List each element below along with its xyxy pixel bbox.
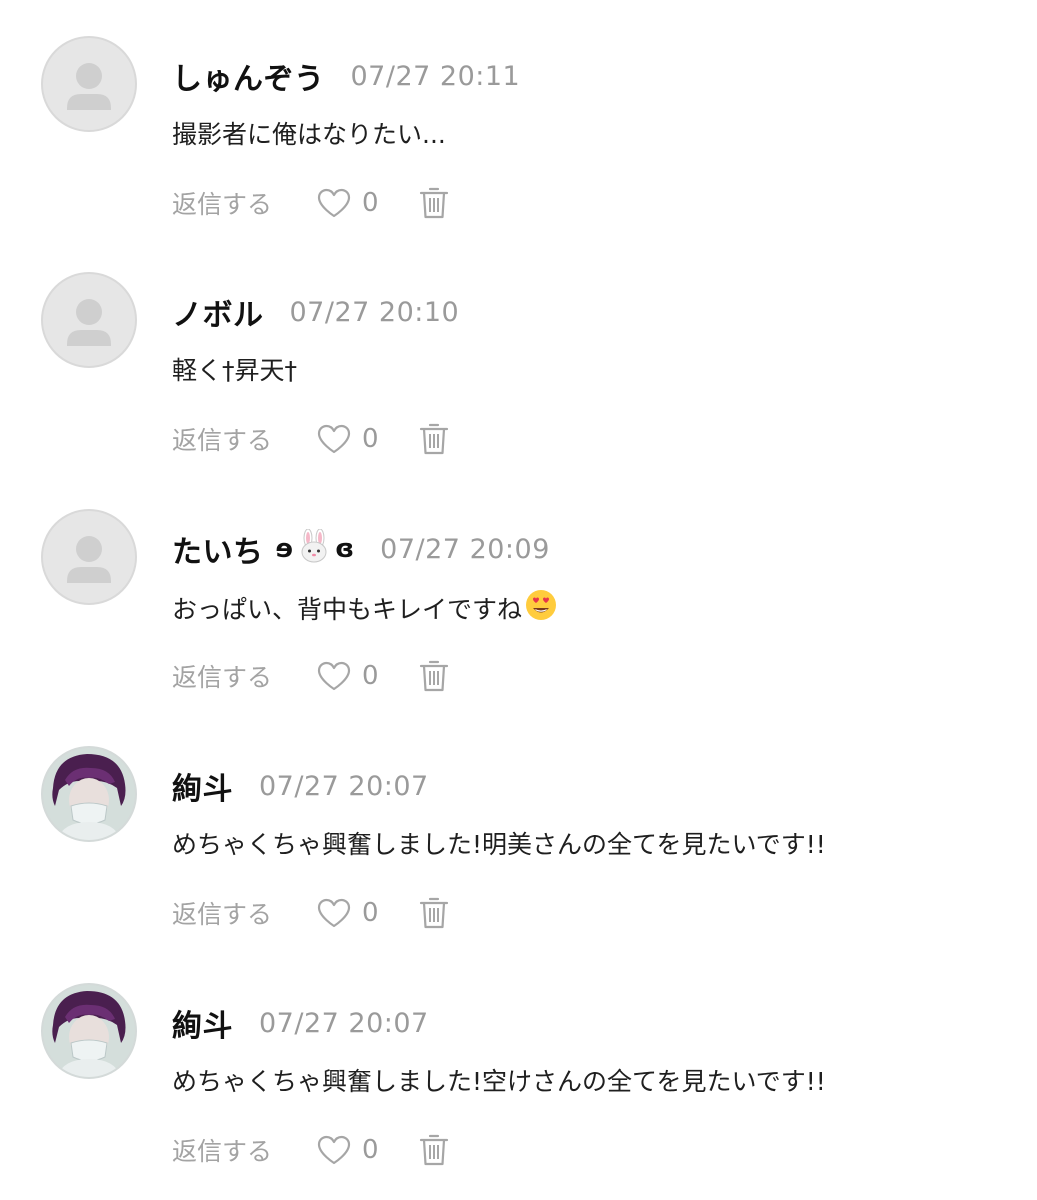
reply-button[interactable]: 返信する	[172, 1132, 272, 1168]
comment-text: 撮影者に俺はなりたい...	[172, 115, 446, 151]
comment-item: 絢斗 07/27 20:07 めちゃくちゃ興奮しました!空けさんの全てを見たいで…	[0, 947, 1037, 1183]
comment-body: 撮影者に俺はなりたい...	[172, 120, 446, 149]
heart-icon	[317, 1135, 351, 1165]
comment-actions: 返信する 0	[172, 890, 449, 936]
name-decoration: ɘ ɞ	[275, 528, 355, 570]
heart-eyes-emoji-icon	[524, 588, 558, 628]
comment-body: おっぱい、背中もキレイですね	[172, 595, 523, 624]
name-decoration-right: ɞ	[335, 534, 355, 564]
heart-icon	[317, 661, 351, 691]
comment-item: たいち ɘ ɞ 07/27 20:09 おっぱい、背中もキレイですね 返信する …	[0, 473, 1037, 709]
trash-icon	[419, 897, 448, 929]
comment-item: しゅんぞう 07/27 20:11 撮影者に俺はなりたい... 返信する 0	[0, 0, 1037, 236]
timestamp: 07/27 20:10	[289, 296, 460, 328]
like-count: 0	[362, 898, 379, 928]
comment-body: めちゃくちゃ興奮しました!空けさんの全てを見たいです!!	[172, 1067, 826, 1096]
like-count: 0	[362, 424, 379, 454]
user-photo-icon	[43, 985, 135, 1077]
timestamp: 07/27 20:09	[380, 533, 550, 565]
like-button[interactable]: 0	[316, 660, 379, 692]
reply-button[interactable]: 返信する	[172, 895, 272, 931]
avatar[interactable]	[41, 509, 137, 605]
comment-header: たいち ɘ ɞ 07/27 20:09	[172, 525, 550, 573]
heart-icon	[317, 424, 351, 454]
comment-list: しゅんぞう 07/27 20:11 撮影者に俺はなりたい... 返信する 0 ノ…	[0, 0, 1037, 1200]
delete-button[interactable]	[419, 186, 449, 220]
delete-button[interactable]	[419, 659, 449, 693]
comment-text: 軽く†昇天†	[172, 351, 297, 387]
person-silhouette-icon	[67, 63, 111, 110]
user-name[interactable]: 絢斗	[172, 1001, 233, 1045]
name-decoration-left: ɘ	[275, 534, 294, 564]
reply-button[interactable]: 返信する	[172, 421, 272, 457]
reply-button[interactable]: 返信する	[172, 658, 272, 694]
comment-header: ノボル 07/27 20:10	[172, 288, 459, 336]
trash-icon	[419, 660, 448, 692]
user-photo-icon	[43, 748, 135, 840]
comment-actions: 返信する 0	[172, 1127, 449, 1173]
comment-item: 絢斗 07/27 20:07 めちゃくちゃ興奮しました!明美さんの全てを見たいで…	[0, 710, 1037, 946]
trash-icon	[419, 187, 448, 219]
like-button[interactable]: 0	[316, 423, 379, 455]
comment-header: 絢斗 07/27 20:07	[172, 762, 429, 810]
trash-icon	[419, 423, 448, 455]
comment-body: 軽く†昇天†	[172, 356, 298, 385]
avatar[interactable]	[41, 746, 137, 842]
heart-icon	[317, 898, 351, 928]
person-silhouette-icon	[67, 299, 111, 346]
user-name[interactable]: たいち	[172, 527, 264, 571]
user-name[interactable]: ノボル	[172, 290, 264, 334]
like-button[interactable]: 0	[316, 1134, 379, 1166]
heart-icon	[317, 188, 351, 218]
like-button[interactable]: 0	[316, 897, 379, 929]
delete-button[interactable]	[419, 422, 449, 456]
comment-actions: 返信する 0	[172, 653, 449, 699]
person-silhouette-icon	[67, 536, 111, 583]
comment-item: ノボル 07/27 20:10 軽く†昇天† 返信する 0	[0, 236, 1037, 472]
comment-header: しゅんぞう 07/27 20:11	[172, 52, 520, 100]
delete-button[interactable]	[419, 896, 449, 930]
like-count: 0	[362, 188, 379, 218]
like-button[interactable]: 0	[316, 187, 379, 219]
timestamp: 07/27 20:11	[350, 60, 521, 92]
user-name[interactable]: しゅんぞう	[172, 54, 325, 98]
comment-header: 絢斗 07/27 20:07	[172, 999, 429, 1047]
delete-button[interactable]	[419, 1133, 449, 1167]
user-name[interactable]: 絢斗	[172, 764, 233, 808]
avatar[interactable]	[41, 36, 137, 132]
comment-text: めちゃくちゃ興奮しました!空けさんの全てを見たいです!!	[172, 1062, 826, 1098]
rabbit-icon	[297, 528, 331, 570]
comment-actions: 返信する 0	[172, 416, 449, 462]
reply-button[interactable]: 返信する	[172, 185, 272, 221]
comment-actions: 返信する 0	[172, 180, 449, 226]
timestamp: 07/27 20:07	[259, 1007, 429, 1039]
comment-text: めちゃくちゃ興奮しました!明美さんの全てを見たいです!!	[172, 825, 826, 861]
avatar[interactable]	[41, 272, 137, 368]
like-count: 0	[362, 1135, 379, 1165]
like-count: 0	[362, 661, 379, 691]
avatar[interactable]	[41, 983, 137, 1079]
trash-icon	[419, 1134, 448, 1166]
comment-text: おっぱい、背中もキレイですね	[172, 588, 558, 628]
timestamp: 07/27 20:07	[259, 770, 429, 802]
comment-body: めちゃくちゃ興奮しました!明美さんの全てを見たいです!!	[172, 830, 826, 859]
